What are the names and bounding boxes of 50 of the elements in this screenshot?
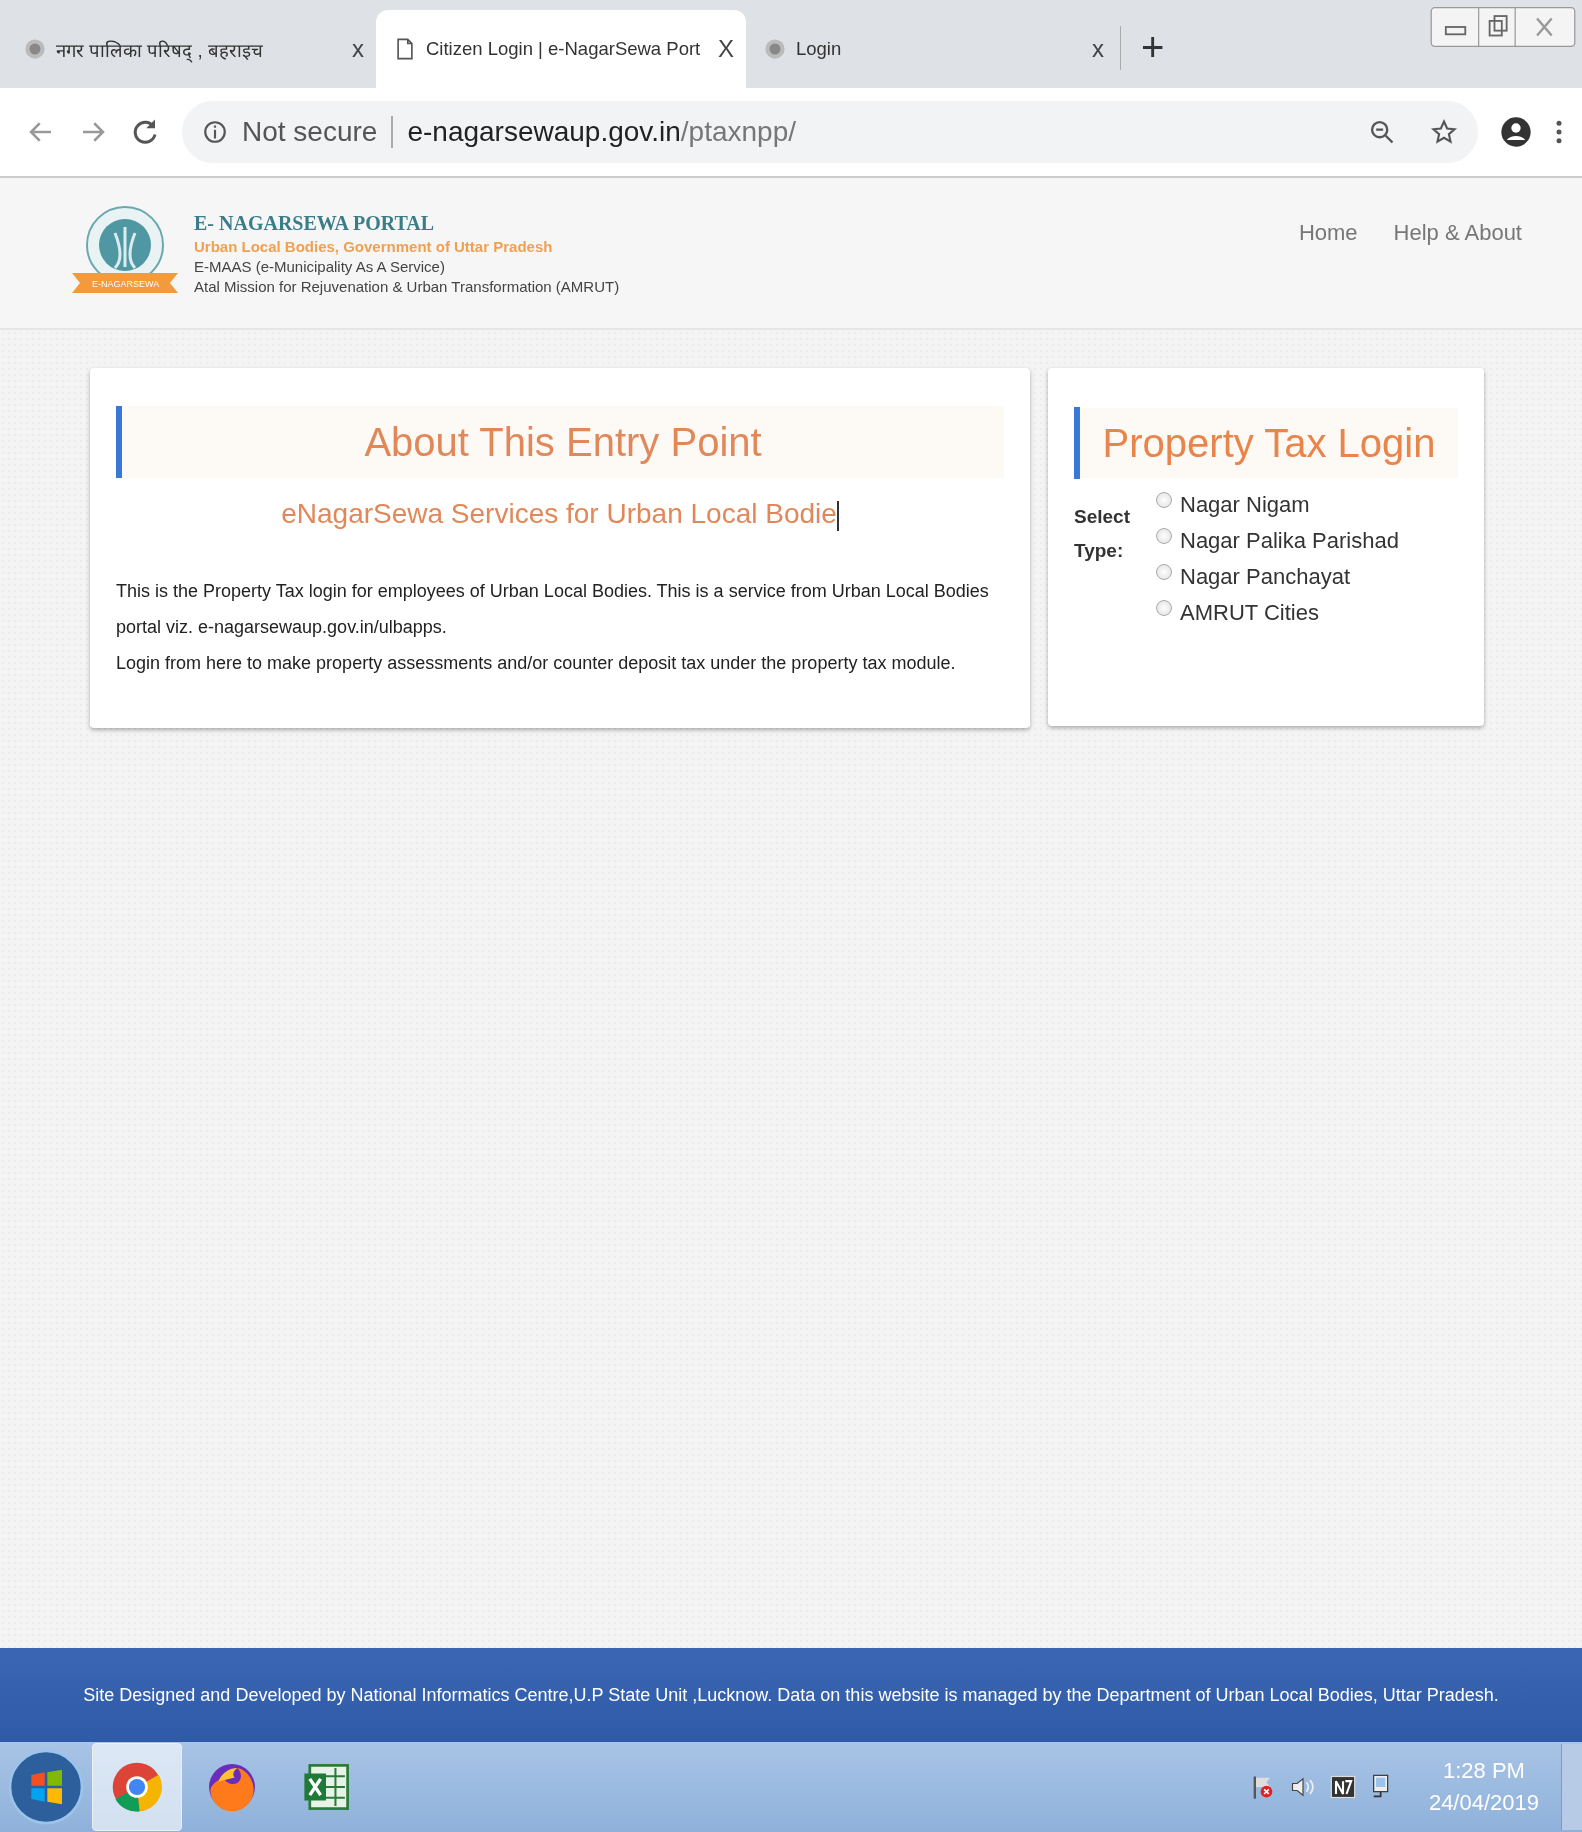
browser-logo-icon [110, 1760, 164, 1814]
close-tab-button[interactable]: x [352, 35, 364, 63]
tab-title: Login [796, 38, 843, 60]
header-line: E-MAAS (e-Municipality As A Service) [194, 257, 446, 275]
profile-icon[interactable] [1500, 116, 1532, 148]
new-tab-button[interactable]: + [1141, 25, 1165, 70]
tab-title: नगर पालिका परिषद् , बहराइच [56, 38, 264, 62]
body-text: Login from here to make property assessments and/or counter deposit tax under the property tax module. [116, 651, 957, 675]
section-title: About This Entry Point [363, 419, 763, 465]
star-icon[interactable] [1430, 118, 1458, 146]
security-label: Not secure [242, 116, 378, 148]
close-tab-button[interactable]: X [718, 35, 734, 63]
ribbon-text: E-NAGARSEWA [92, 279, 160, 289]
radio-option[interactable]: AMRUT Cities [1156, 600, 1399, 626]
radio-button[interactable] [1156, 564, 1172, 580]
taskbar-app[interactable] [92, 1743, 182, 1831]
browser-tab[interactable]: Citizen Login | e-NagarSewa Port X [376, 10, 746, 88]
header-line: Atal Mission for Rejuvenation & Urban Transformation (AMRUT) [194, 277, 621, 295]
start-button[interactable] [6, 1747, 86, 1827]
browser-tab[interactable]: Login x [746, 10, 1116, 88]
footer-text: Site Designed and Developed by National Informatics Centre,U.P State Unit ,Lucknow. Data on this website is managed by the Department of Urban Local Bodies, Uttar Pradesh. [83, 1684, 1499, 1706]
emblem-icon [24, 38, 46, 60]
nav-link[interactable]: Home [1298, 220, 1358, 246]
window-controls-icon [1430, 6, 1576, 48]
radio-option[interactable]: Nagar Nigam [1156, 492, 1399, 518]
zoom-icon[interactable] [1368, 118, 1396, 146]
section-subtitle: eNagarSewa Services for Urban Local Bodie [280, 498, 840, 531]
address-bar[interactable]: Not secure e-nagarsewaup.gov.in/ptaxnpp/ [182, 101, 1478, 163]
window-controls[interactable] [1430, 6, 1576, 48]
option-label: Nagar Panchayat [1180, 564, 1350, 590]
tab-title: Citizen Login | e-NagarSewa Port [426, 38, 702, 60]
close-tab-button[interactable]: x [1092, 35, 1104, 63]
section-title: Property Tax Login [1101, 420, 1437, 466]
radio-button[interactable] [1156, 492, 1172, 508]
emblem-icon [764, 38, 786, 60]
option-label: AMRUT Cities [1180, 600, 1319, 626]
radio-button[interactable] [1156, 528, 1172, 544]
radio-button[interactable] [1156, 600, 1172, 616]
info-icon[interactable] [202, 119, 228, 145]
url-text: e-nagarsewaup.gov.in/ptaxnpp/ [407, 116, 798, 148]
app-tray-icon[interactable] [1328, 1773, 1357, 1801]
radio-option[interactable]: Nagar Panchayat [1156, 564, 1399, 590]
select-type-label: Select Type: [1074, 505, 1131, 563]
portal-title: E- NAGARSEWA PORTAL [194, 211, 436, 235]
page-icon [394, 38, 416, 60]
portal-subtitle: Urban Local Bodies, Government of Uttar Pradesh [194, 237, 554, 255]
nav-link[interactable]: Help & About [1393, 220, 1522, 246]
body-text: This is the Property Tax login for employees of Urban Local Bodies. This is a service from Urban Local Bodies portal viz. e-nagarsewaup.gov.in/ulbapps. [116, 579, 990, 639]
option-label: Nagar Nigam [1180, 492, 1310, 518]
browser-tab[interactable]: नगर पालिका परिषद् , बहराइच x [6, 10, 376, 88]
